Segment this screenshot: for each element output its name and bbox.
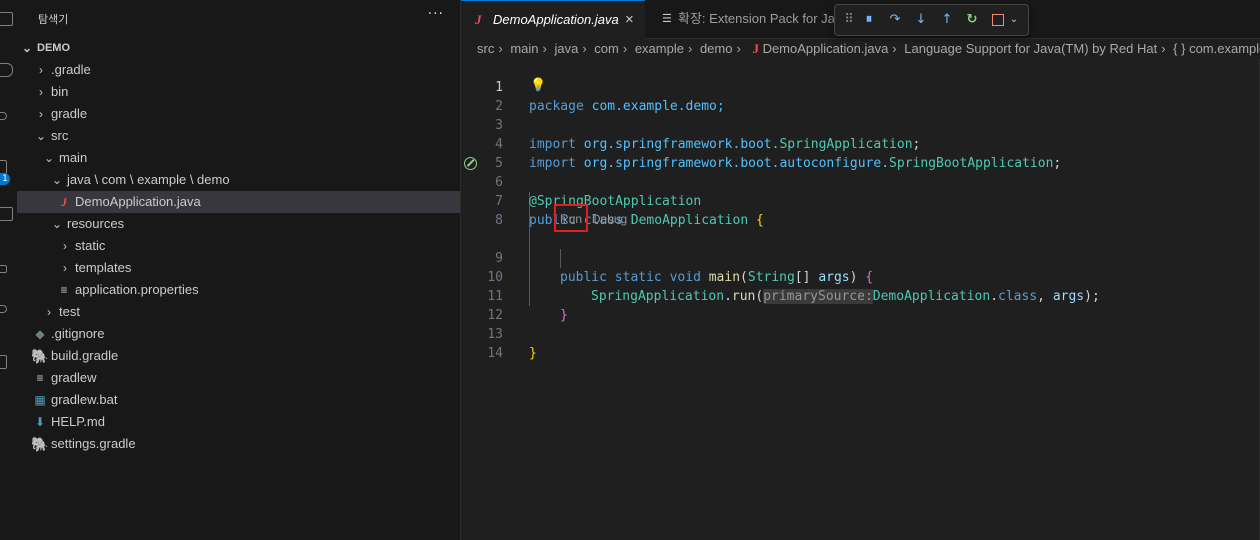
breadcrumb-item[interactable]: main (510, 41, 538, 56)
chevron-right-icon: › (47, 305, 51, 319)
tree-item-gradle-dir[interactable]: › .gradle (17, 59, 460, 81)
breadcrumb-item[interactable]: com (594, 41, 619, 56)
step-into-icon[interactable]: ↓ (911, 10, 931, 30)
testing-icon[interactable] (0, 265, 7, 273)
text-file-icon: ≡ (36, 371, 44, 385)
codelens-debug[interactable]: Debug (592, 212, 627, 226)
tab-demoapplication[interactable]: J DemoApplication.java × (461, 0, 645, 39)
breadcrumb-item[interactable]: { } com.example (1173, 41, 1260, 56)
chevron-right-icon: › (63, 239, 67, 253)
notification-badge: 1 (0, 173, 10, 185)
pause-icon[interactable]: ⏸ (859, 10, 879, 30)
chevron-down-icon: ⌄ (51, 217, 63, 231)
gradle-elephant-icon: 🐘 (31, 436, 49, 452)
chevron-down-icon: ⌄ (43, 151, 55, 165)
breadcrumb-item[interactable]: Language Support for Java(TM) by Red Hat (904, 41, 1157, 56)
activity-bar: 1 (0, 0, 18, 540)
breadcrumb: src › main › java › com › example › demo › J D… (477, 40, 1260, 58)
chevron-right-icon: › (39, 85, 43, 99)
tree-item-bin[interactable]: › bin (17, 81, 460, 103)
java-file-icon: J (61, 195, 67, 209)
tree-item-help-md[interactable]: ⬇ HELP.md (17, 411, 460, 433)
code-line: 5 (495, 156, 503, 171)
code-line: 13 } (487, 327, 537, 361)
code-line: 2 (495, 99, 503, 114)
explorer-sidebar: 탐색기 ··· ⌄ DEMO › .gradle › bin › gradle … (17, 0, 461, 540)
gradle-elephant-icon: 🐘 (31, 348, 49, 364)
tree-root-demo[interactable]: ⌄ DEMO (17, 37, 460, 59)
code-line: 3 import org.springframework.boot.Spring… (495, 118, 921, 152)
preview-icon: ☰ (662, 13, 672, 25)
tree-item-gitignore[interactable]: ◆ .gitignore (17, 323, 460, 345)
code-line: 10 SpringApplication.run(primarySource:D… (487, 270, 1100, 304)
code-line: 11 } (487, 289, 568, 323)
debug-toolbar: ⠿ ⏸ ↷ ↓ ↑ ↻ ⌄ (834, 4, 1029, 36)
properties-file-icon: ≡ (60, 283, 68, 297)
tab-bar: J DemoApplication.java × ☰ 확장: Extension… (461, 0, 1260, 39)
breadcrumb-item[interactable]: src (477, 41, 494, 56)
code-line: 6 @SpringBootApplication (495, 175, 702, 209)
tab-label: 확장: Extension Pack for Java (678, 11, 836, 26)
run-debug-icon[interactable] (0, 160, 7, 174)
step-over-icon[interactable]: ↷ (885, 10, 905, 30)
explorer-icon[interactable] (0, 12, 13, 26)
tab-extension-pack[interactable]: ☰ 확장: Extension Pack for Java (646, 0, 836, 38)
tree-item-gradlew-bat[interactable]: ▦ gradlew.bat (17, 389, 460, 411)
tree-item-build-gradle[interactable]: 🐘 build.gradle (17, 345, 460, 367)
windows-icon: ▦ (34, 393, 46, 407)
java-file-icon: J (475, 12, 482, 27)
tree-item-templates[interactable]: › templates (17, 257, 460, 279)
chevron-right-icon: › (39, 107, 43, 121)
code-line: 14 (487, 346, 503, 361)
breadcrumb-item[interactable]: demo (700, 41, 733, 56)
code-line: 4 import org.springframework.boot.autoco… (495, 137, 1062, 171)
drag-handle-icon[interactable]: ⠿ (839, 10, 859, 30)
chevron-right-icon: › (63, 261, 67, 275)
remote-icon[interactable] (0, 305, 7, 313)
git-icon: ◆ (35, 327, 45, 341)
chevron-down-icon: ⌄ (51, 173, 63, 187)
extensions-icon[interactable] (0, 207, 13, 221)
tree-item-java-package[interactable]: ⌄ java \ com \ example \ demo (17, 169, 460, 191)
breadcrumb-item[interactable]: DemoApplication.java (763, 41, 889, 56)
restart-icon[interactable]: ↻ (962, 10, 982, 30)
step-out-icon[interactable]: ↑ (937, 10, 957, 30)
gradle-icon[interactable] (0, 355, 7, 369)
tree-item-settings-gradle[interactable]: 🐘 settings.gradle (17, 433, 460, 455)
chevron-down-icon[interactable]: ⌄ (1004, 10, 1024, 30)
breadcrumb-item[interactable]: java (554, 41, 578, 56)
java-file-icon: J (752, 41, 759, 56)
code-line: 9 public static void main(String[] args)… (495, 251, 874, 285)
tree-item-gradlew[interactable]: ≡ gradlew (17, 367, 460, 389)
tree-item-gradle[interactable]: › gradle (17, 103, 460, 125)
code-line: 7 public class DemoApplication { (495, 194, 764, 228)
code-line: 12 (487, 308, 503, 323)
chevron-right-icon: › (39, 63, 43, 77)
tree-item-application-properties[interactable]: ≡ application.properties (17, 279, 460, 301)
tree-item-static[interactable]: › static (17, 235, 460, 257)
search-icon[interactable] (0, 63, 13, 77)
code-line: 1 package com.example.demo; (495, 80, 725, 114)
chevron-down-icon: ⌄ (21, 41, 33, 55)
chevron-down-icon: ⌄ (35, 129, 47, 143)
more-actions-icon[interactable]: ··· (428, 6, 444, 22)
close-icon[interactable]: × (625, 1, 634, 39)
explorer-title: 탐색기 (38, 14, 69, 26)
breadcrumb-item[interactable]: example (635, 41, 684, 56)
tab-label: DemoApplication.java (493, 12, 619, 27)
tree-item-demoapplication[interactable]: J DemoApplication.java (17, 191, 460, 213)
tree-item-src[interactable]: ⌄ src (17, 125, 460, 147)
tree-item-main[interactable]: ⌄ main (17, 147, 460, 169)
source-control-icon[interactable] (0, 112, 7, 120)
tree-item-resources[interactable]: ⌄ resources (17, 213, 460, 235)
editor-area: J DemoApplication.java × ☰ 확장: Extension… (461, 0, 1260, 540)
highlight-box (554, 204, 588, 232)
markdown-arrow-icon: ⬇ (34, 415, 46, 429)
tree-item-test[interactable]: › test (17, 301, 460, 323)
